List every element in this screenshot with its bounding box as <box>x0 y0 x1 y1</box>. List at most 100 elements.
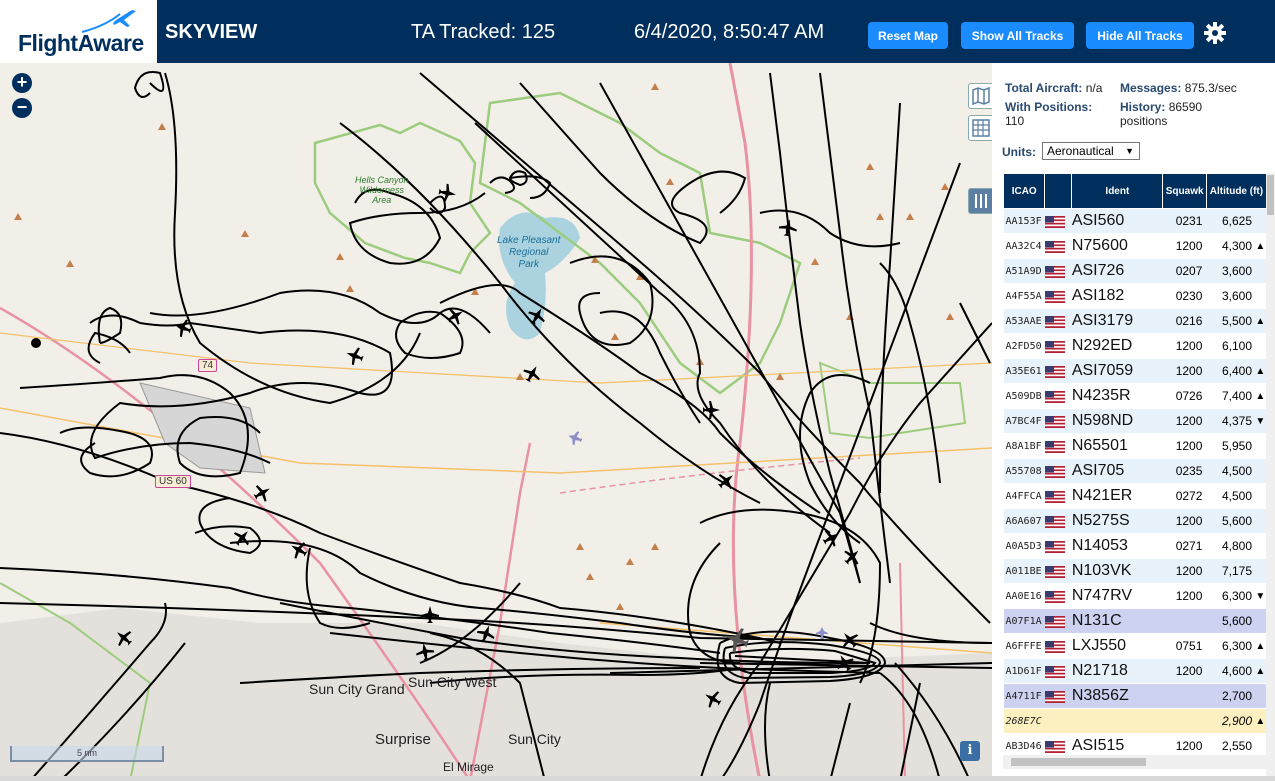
lake-label: Lake Pleasant Regional Park <box>497 235 561 270</box>
col-altitude[interactable]: Altitude (ft) <box>1205 173 1268 209</box>
altitude-trend-icon: ▲ <box>1254 633 1267 659</box>
table-row[interactable]: 268E7C 2,900 ▲ <box>1003 708 1267 734</box>
table-row[interactable]: A1D61F N21718 1200 4,600 ▲ <box>1003 658 1267 684</box>
place-el-mirage: El Mirage <box>443 760 494 774</box>
altitude-trend-icon <box>1254 433 1267 459</box>
table-row[interactable]: A4F55A ASI182 0230 3,600 <box>1003 283 1267 309</box>
altitude-cell: 6,400 <box>1206 358 1255 384</box>
ident-cell: N3856Z <box>1071 683 1163 709</box>
vertical-scrollbar[interactable] <box>1266 173 1275 781</box>
flag-cell <box>1044 308 1072 334</box>
ident-cell: N4235R <box>1071 383 1163 409</box>
table-row[interactable]: A6FFFE LXJ550 0751 6,300 ▲ <box>1003 633 1267 659</box>
bottom-scrollbar[interactable] <box>0 776 1275 781</box>
icao-cell: A1D61F <box>1003 658 1045 684</box>
table-row[interactable]: A4FFCA N421ER 0272 4,500 <box>1003 483 1267 509</box>
tracked-count: TA Tracked: 125 <box>411 21 556 43</box>
squawk-cell: 1200 <box>1162 358 1207 384</box>
altitude-cell: 4,500 <box>1206 483 1255 509</box>
scale-bar: 5 nm <box>10 746 164 762</box>
table-row[interactable]: AA32C4 N75600 1200 4,300 ▲ <box>1003 233 1267 259</box>
squawk-cell: 0231 <box>1162 208 1207 234</box>
zoom-in-button[interactable]: + <box>12 73 32 93</box>
ident-cell: LXJ550 <box>1071 633 1163 659</box>
map-layer-icon[interactable] <box>968 83 992 109</box>
units-label: Units: <box>1002 145 1036 159</box>
wilderness-label: Hells Canyon Wilderness Area <box>355 175 409 205</box>
reset-map-button[interactable]: Reset Map <box>868 22 948 49</box>
hide-all-tracks-button[interactable]: Hide All Tracks <box>1086 22 1194 49</box>
info-icon[interactable]: i <box>960 741 980 761</box>
col-icao[interactable]: ICAO <box>1002 173 1046 209</box>
squawk-cell: 1200 <box>1162 583 1207 609</box>
col-ident[interactable]: Ident <box>1071 173 1164 209</box>
table-row[interactable]: AA0E16 N747RV 1200 6,300 ▼ <box>1003 583 1267 609</box>
squawk-cell: 1200 <box>1162 433 1207 459</box>
aircraft-table: ICAO Ident Squawk Altitude (ft) AA153F AS… <box>1002 173 1268 759</box>
grid-icon[interactable] <box>968 115 992 141</box>
icao-cell: A0A5D3 <box>1003 533 1045 559</box>
flag-cell <box>1044 458 1072 484</box>
table-row[interactable]: A4711F N3856Z 2,700 <box>1003 683 1267 709</box>
table-row[interactable]: AA153F ASI560 0231 6,625 <box>1003 208 1267 234</box>
icao-cell: A6FFFE <box>1003 633 1045 659</box>
squawk-cell: 0271 <box>1162 533 1207 559</box>
lake-shape <box>499 212 580 340</box>
app-title: SKYVIEW <box>165 21 258 43</box>
table-row[interactable]: A509DB N4235R 0726 7,400 ▲ <box>1003 383 1267 409</box>
squawk-cell: 1200 <box>1162 558 1207 584</box>
altitude-trend-icon: ▼ <box>1254 583 1267 609</box>
squawk-cell: 0235 <box>1162 458 1207 484</box>
units-select[interactable]: Aeronautical ▼ <box>1042 142 1140 160</box>
flag-cell <box>1044 533 1072 559</box>
ident-cell: ASI705 <box>1071 458 1163 484</box>
horizontal-scrollbar[interactable] <box>1003 755 1266 769</box>
columns-toggle-icon[interactable] <box>968 188 992 214</box>
squawk-cell: 1200 <box>1162 408 1207 434</box>
flightaware-logo[interactable]: FlightAware <box>0 0 157 63</box>
us-flag-icon <box>1044 665 1065 678</box>
altitude-cell: 6,100 <box>1206 333 1255 359</box>
col-squawk[interactable]: Squawk <box>1162 173 1207 209</box>
us-flag-icon <box>1044 465 1065 478</box>
icao-cell: 268E7C <box>1003 708 1045 734</box>
table-row[interactable]: A6A607 N5275S 1200 5,600 <box>1003 508 1267 534</box>
table-row[interactable]: A51A9D ASI726 0207 3,600 <box>1003 258 1267 284</box>
gear-icon[interactable] <box>1203 21 1227 45</box>
icao-cell: A4FFCA <box>1003 483 1045 509</box>
altitude-trend-icon <box>1254 283 1267 309</box>
altitude-cell: 4,500 <box>1206 458 1255 484</box>
us-flag-icon <box>1044 740 1065 753</box>
squawk-cell: 1200 <box>1162 333 1207 359</box>
table-row[interactable]: A35E61 ASI7059 1200 6,400 ▲ <box>1003 358 1267 384</box>
altitude-trend-icon: ▲ <box>1254 658 1267 684</box>
table-row[interactable]: A7BC4F N598ND 1200 4,375 ▼ <box>1003 408 1267 434</box>
ident-cell: ASI560 <box>1071 208 1163 234</box>
altitude-cell: 4,600 <box>1206 658 1255 684</box>
table-row[interactable]: A8A1BF N65501 1200 5,950 <box>1003 433 1267 459</box>
us-flag-icon <box>1044 390 1065 403</box>
flag-cell <box>1044 583 1072 609</box>
col-flag[interactable] <box>1044 173 1073 209</box>
table-row[interactable]: A0A5D3 N14053 0271 4,800 <box>1003 533 1267 559</box>
icao-cell: A011BE <box>1003 558 1045 584</box>
table-row[interactable]: A011BE N103VK 1200 7,175 <box>1003 558 1267 584</box>
ident-cell: N5275S <box>1071 508 1163 534</box>
us-flag-icon <box>1044 415 1065 428</box>
table-row[interactable]: A2FD50 N292ED 1200 6,100 <box>1003 333 1267 359</box>
icao-cell: A7BC4F <box>1003 408 1045 434</box>
altitude-cell: 7,175 <box>1206 558 1255 584</box>
table-row[interactable]: A53AAE ASI3179 0216 5,500 ▲ <box>1003 308 1267 334</box>
total-aircraft-stat: Total Aircraft: n/a <box>1005 81 1103 95</box>
flag-cell <box>1044 433 1072 459</box>
map-view[interactable]: Hells Canyon Wilderness Area Lake Pleasant… <box>0 63 992 781</box>
altitude-cell: 7,400 <box>1206 383 1255 409</box>
us-flag-icon <box>1044 315 1065 328</box>
icao-cell: A51A9D <box>1003 258 1045 284</box>
altitude-trend-icon <box>1254 508 1267 534</box>
zoom-out-button[interactable]: − <box>12 98 32 118</box>
table-row[interactable]: A55708 ASI705 0235 4,500 <box>1003 458 1267 484</box>
table-row[interactable]: A07F1A N131C 5,600 <box>1003 608 1267 634</box>
altitude-cell: 6,300 <box>1206 583 1255 609</box>
show-all-tracks-button[interactable]: Show All Tracks <box>961 22 1074 49</box>
